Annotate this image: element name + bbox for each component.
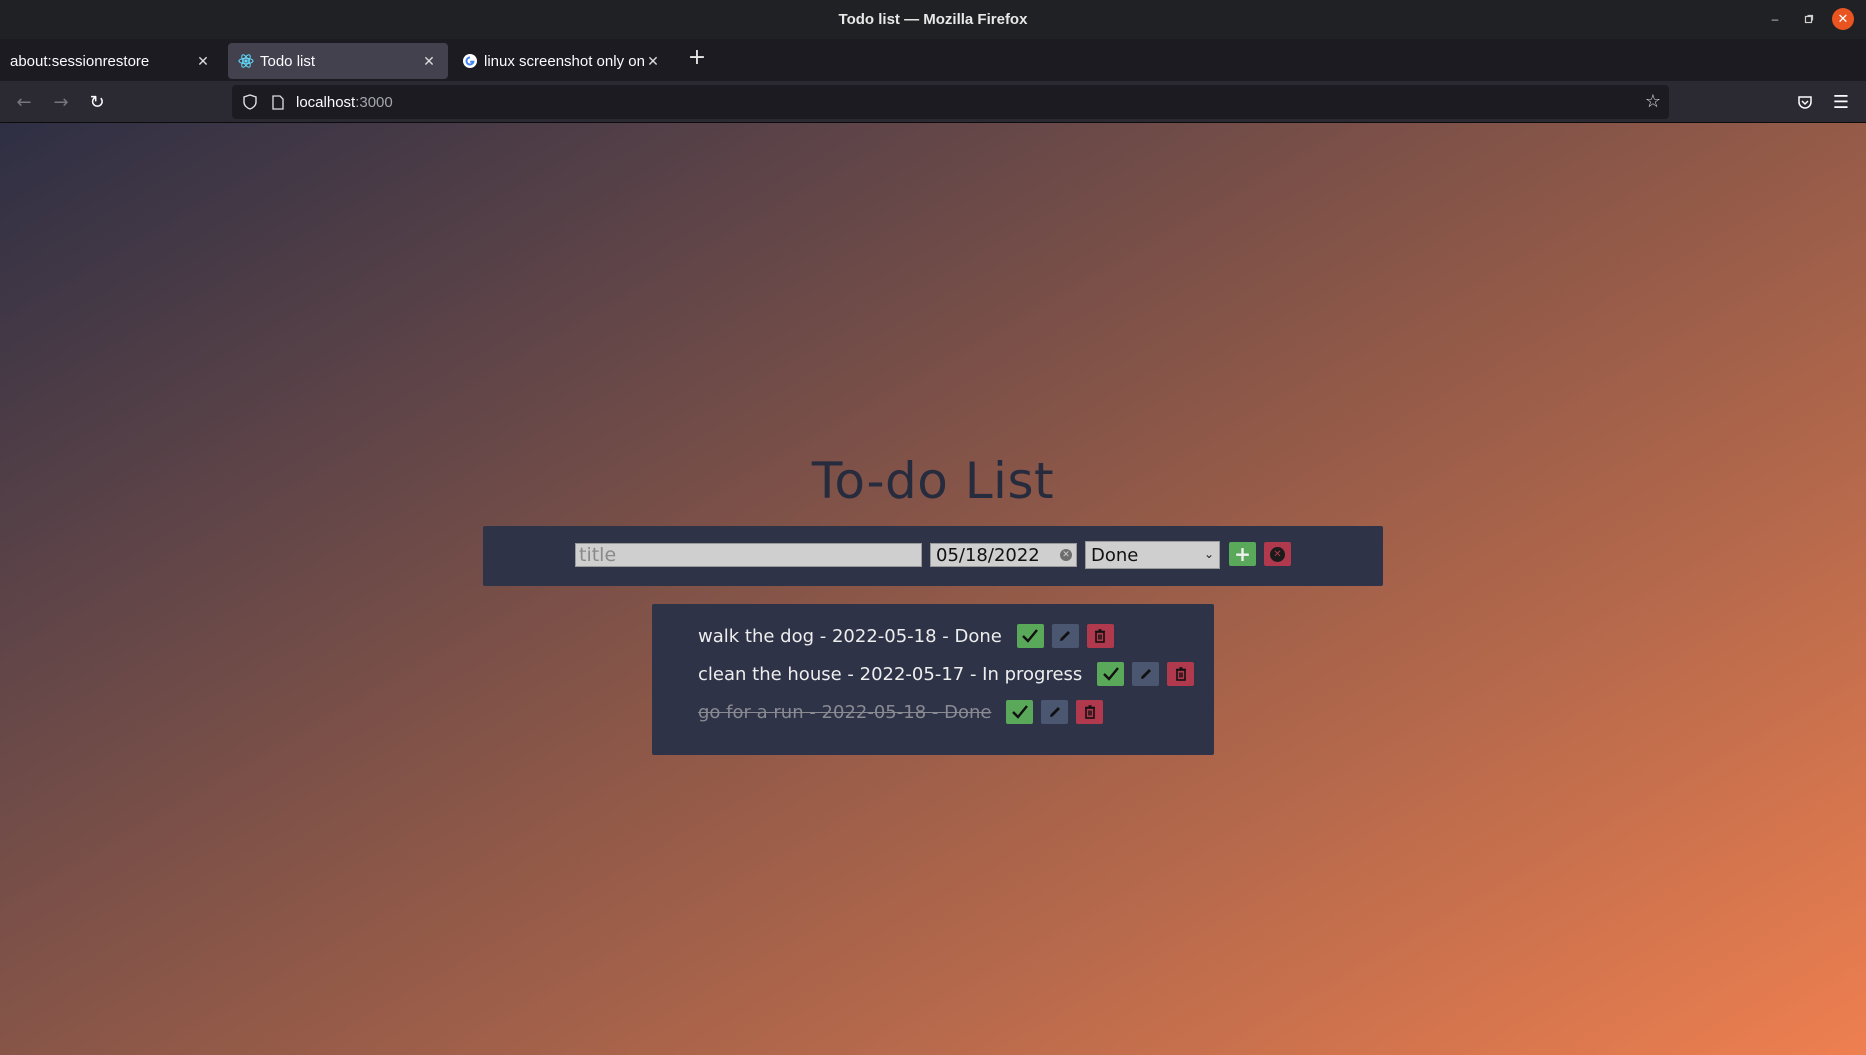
title-input[interactable] — [575, 543, 922, 567]
tab-close-icon[interactable]: ✕ — [194, 53, 212, 70]
pocket-icon[interactable] — [1792, 89, 1818, 115]
pencil-icon — [1060, 631, 1071, 641]
cancel-button[interactable]: ✕ — [1264, 542, 1291, 566]
react-favicon-icon — [238, 53, 254, 69]
window-titlebar: Todo list — Mozilla Firefox – ✕ — [0, 0, 1866, 39]
url-host: localhost — [296, 93, 356, 111]
date-value: 05/18/2022 — [936, 544, 1040, 566]
edit-button[interactable] — [1051, 624, 1079, 648]
check-icon — [1012, 705, 1028, 719]
status-value: Done — [1091, 544, 1139, 566]
tab-label: linux screenshot only one — [484, 52, 644, 70]
complete-button[interactable] — [1006, 700, 1034, 724]
tab-close-icon[interactable]: ✕ — [644, 53, 662, 70]
add-todo-button[interactable]: + — [1229, 542, 1256, 566]
page-icon[interactable] — [268, 92, 288, 112]
complete-button[interactable] — [1097, 662, 1125, 686]
pencil-icon — [1049, 707, 1060, 717]
pencil-icon — [1140, 669, 1151, 679]
check-icon — [1102, 667, 1119, 681]
shield-icon[interactable] — [240, 92, 260, 112]
tab-sessionrestore[interactable]: about:sessionrestore ✕ — [0, 43, 222, 79]
delete-button[interactable] — [1086, 624, 1114, 648]
delete-button[interactable] — [1167, 662, 1195, 686]
page-title: To-do List — [811, 452, 1055, 510]
todo-list: walk the dog - 2022-05-18 - Done clean t… — [652, 604, 1214, 755]
window-controls: – ✕ — [1764, 8, 1854, 30]
todo-form: 05/18/2022 ✕ Done ⌄ + ✕ — [483, 526, 1383, 586]
clear-date-icon[interactable]: ✕ — [1060, 549, 1072, 561]
minimize-icon[interactable]: – — [1764, 8, 1786, 30]
reload-icon[interactable]: ↻ — [84, 89, 110, 115]
restore-icon[interactable] — [1798, 8, 1820, 30]
tab-google-search[interactable]: linux screenshot only one ✕ — [452, 43, 672, 79]
forward-icon[interactable]: → — [48, 89, 74, 115]
check-icon — [1022, 629, 1039, 643]
trash-icon — [1084, 705, 1095, 719]
complete-button[interactable] — [1016, 624, 1044, 648]
navigation-toolbar: ← → ↻ localhost:3000 ☆ ☰ — [0, 81, 1866, 123]
window-title: Todo list — Mozilla Firefox — [838, 11, 1028, 28]
todo-text: walk the dog - 2022-05-18 - Done — [698, 625, 1002, 647]
page-content: To-do List 05/18/2022 ✕ Done ⌄ + ✕ walk … — [0, 123, 1866, 1055]
url-port: :3000 — [355, 93, 393, 111]
delete-button[interactable] — [1076, 700, 1104, 724]
back-icon[interactable]: ← — [11, 89, 37, 115]
close-icon[interactable]: ✕ — [1832, 8, 1854, 30]
new-tab-button[interactable]: + — [684, 44, 710, 70]
url-bar[interactable]: localhost:3000 ☆ — [232, 85, 1669, 119]
google-favicon-icon — [462, 53, 478, 69]
tab-label: about:sessionrestore — [10, 52, 150, 70]
todo-item: walk the dog - 2022-05-18 - Done — [698, 622, 1122, 650]
date-input[interactable]: 05/18/2022 ✕ — [930, 543, 1077, 567]
trash-icon — [1175, 667, 1186, 681]
tab-label: Todo list — [260, 52, 316, 70]
close-circle-icon: ✕ — [1270, 546, 1285, 562]
chevron-down-icon: ⌄ — [1203, 547, 1214, 561]
tab-todo-list[interactable]: Todo list ✕ — [228, 43, 448, 79]
tab-strip: about:sessionrestore ✕ Todo list ✕ linux… — [0, 39, 1866, 81]
status-select[interactable]: Done ⌄ — [1085, 541, 1220, 569]
todo-item-completed: go for a run - 2022-05-18 - Done — [698, 698, 1111, 726]
tab-close-icon[interactable]: ✕ — [420, 53, 438, 70]
todo-text: go for a run - 2022-05-18 - Done — [698, 701, 992, 723]
edit-button[interactable] — [1041, 700, 1069, 724]
edit-button[interactable] — [1132, 662, 1160, 686]
url-text: localhost:3000 — [296, 94, 393, 111]
menu-icon[interactable]: ☰ — [1828, 89, 1854, 115]
todo-item: clean the house - 2022-05-17 - In progre… — [698, 660, 1202, 688]
star-icon[interactable]: ☆ — [1645, 91, 1661, 112]
trash-icon — [1095, 629, 1106, 643]
todo-text: clean the house - 2022-05-17 - In progre… — [698, 663, 1083, 685]
